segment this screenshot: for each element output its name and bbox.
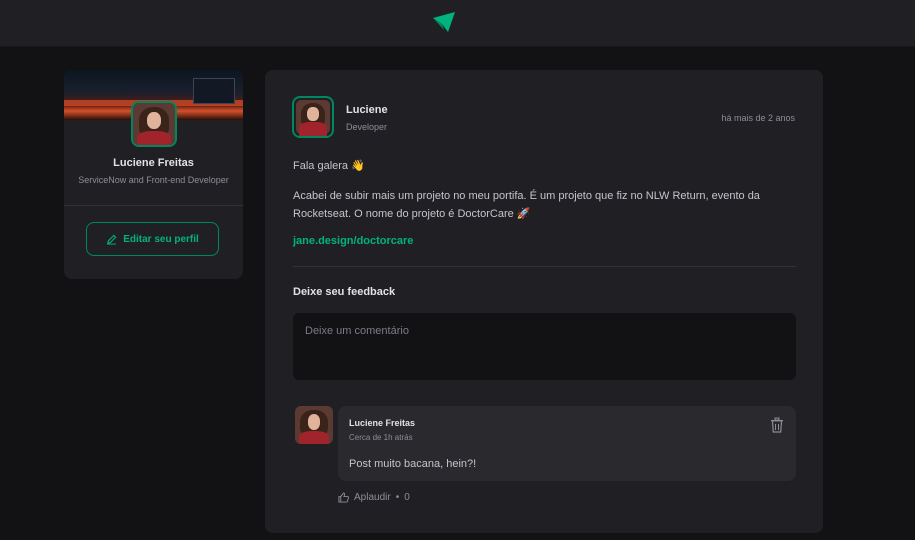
post-time: há mais de 2 anos — [721, 113, 795, 123]
applaud-separator: • — [395, 492, 400, 503]
profile-role: ServiceNow and Front-end Developer — [78, 175, 229, 185]
thumbs-up-icon — [338, 492, 349, 503]
comment-author: Luciene Freitas — [349, 418, 416, 428]
comment-card: Luciene Freitas Cerca de 1h atrás Post m… — [338, 406, 796, 481]
top-bar — [0, 0, 915, 47]
post-link[interactable]: jane.design/doctorcare — [293, 235, 413, 247]
applaud-button[interactable]: Aplaudir • 0 — [338, 492, 410, 503]
post-card: Luciene Developer há mais de 2 anos Fala… — [265, 70, 823, 533]
post-author-name: Luciene — [346, 104, 388, 116]
paper-plane-icon[interactable] — [431, 10, 457, 34]
applaud-count: 0 — [404, 492, 410, 503]
profile-sidebar: Luciene Freitas ServiceNow and Front-end… — [64, 70, 243, 279]
feedback-title: Deixe seu feedback — [293, 286, 396, 298]
divider — [293, 266, 796, 267]
comment-text: Post muito bacana, hein?! — [349, 458, 477, 470]
comment-input[interactable]: Deixe um comentário — [293, 313, 796, 380]
trash-icon[interactable] — [770, 417, 784, 433]
avatar — [131, 101, 177, 147]
comment-avatar[interactable] — [295, 406, 333, 444]
divider — [64, 205, 243, 206]
applaud-label: Aplaudir — [354, 492, 391, 503]
edit-profile-button[interactable]: Editar seu perfil — [86, 222, 219, 256]
edit-profile-label: Editar seu perfil — [123, 233, 199, 245]
pencil-icon — [107, 234, 117, 245]
post-author-role: Developer — [346, 122, 388, 132]
post-text-line: Fala galera 👋 — [293, 160, 365, 172]
author-avatar[interactable] — [292, 96, 334, 138]
profile-name: Luciene Freitas — [113, 157, 194, 169]
post-text-paragraph: Acabei de subir mais um projeto no meu p… — [293, 190, 760, 220]
comment-time: Cerca de 1h atrás — [349, 433, 413, 442]
